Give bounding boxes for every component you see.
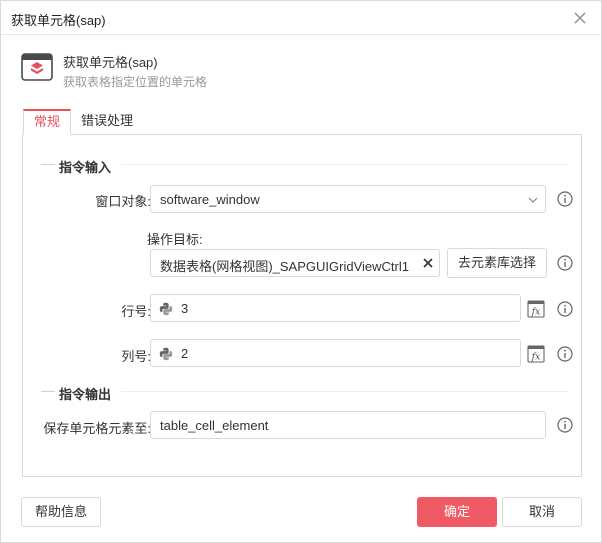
- fx-expression-icon[interactable]: fx: [527, 345, 545, 363]
- ok-button[interactable]: 确定: [417, 497, 497, 527]
- section-divider: [41, 391, 55, 392]
- cancel-button[interactable]: 取消: [502, 497, 582, 527]
- info-icon[interactable]: [557, 301, 573, 317]
- target-input[interactable]: 数据表格(网格视图)_SAPGUIGridViewCtrl1: [150, 249, 440, 277]
- save-to-label: 保存单元格元素至:: [43, 421, 151, 436]
- row-value: 3: [181, 301, 189, 316]
- column-input[interactable]: 2: [150, 339, 521, 367]
- row-input[interactable]: 3: [150, 294, 521, 322]
- command-header: 获取单元格(sap) 获取表格指定位置的单元格: [21, 49, 581, 93]
- sap-window-icon: [21, 53, 53, 81]
- section-divider: [121, 164, 569, 165]
- section-title-output: 指令输出: [59, 387, 112, 402]
- svg-text:fx: fx: [531, 353, 540, 363]
- section-title-input: 指令输入: [59, 160, 112, 175]
- tab-bar: 常规 错误处理: [21, 109, 583, 135]
- chevron-down-icon: [528, 197, 538, 203]
- row-label: 行号:: [121, 304, 151, 319]
- svg-text:fx: fx: [531, 308, 540, 318]
- column-value: 2: [181, 346, 189, 361]
- window-object-value: software_window: [160, 192, 260, 207]
- title-bar: 获取单元格(sap): [1, 1, 601, 35]
- save-to-value: table_cell_element: [160, 418, 269, 433]
- tab-general[interactable]: 常规: [23, 109, 72, 135]
- save-to-input[interactable]: table_cell_element: [150, 411, 546, 439]
- info-icon[interactable]: [557, 346, 573, 362]
- fx-expression-icon[interactable]: fx: [527, 300, 545, 318]
- info-icon[interactable]: [557, 417, 573, 433]
- dialog: 获取单元格(sap) 获取单元格(sap) 获取表格指定位置的单元格 常规 错误…: [0, 0, 602, 543]
- command-title: 获取单元格(sap): [63, 55, 158, 70]
- section-divider: [41, 164, 55, 165]
- help-button[interactable]: 帮助信息: [21, 497, 101, 527]
- close-icon[interactable]: [571, 9, 589, 27]
- section-divider: [121, 391, 569, 392]
- info-icon[interactable]: [557, 191, 573, 207]
- target-value: 数据表格(网格视图)_SAPGUIGridViewCtrl1: [160, 259, 409, 274]
- command-description: 获取表格指定位置的单元格: [63, 75, 208, 89]
- info-icon[interactable]: [557, 255, 573, 271]
- tab-error-handling[interactable]: 错误处理: [71, 109, 143, 135]
- select-from-library-button[interactable]: 去元素库选择: [447, 248, 547, 278]
- target-label: 操作目标:: [147, 232, 203, 247]
- column-label: 列号:: [121, 349, 151, 364]
- window-object-select[interactable]: software_window: [150, 185, 546, 213]
- clear-icon[interactable]: [422, 257, 434, 269]
- python-icon: [159, 302, 173, 316]
- python-icon: [159, 347, 173, 361]
- window-title: 获取单元格(sap): [11, 13, 106, 28]
- settings-panel: 指令输入 窗口对象: software_window 操作目标: 数据表格(网格…: [22, 134, 582, 477]
- window-object-label: 窗口对象:: [95, 194, 151, 209]
